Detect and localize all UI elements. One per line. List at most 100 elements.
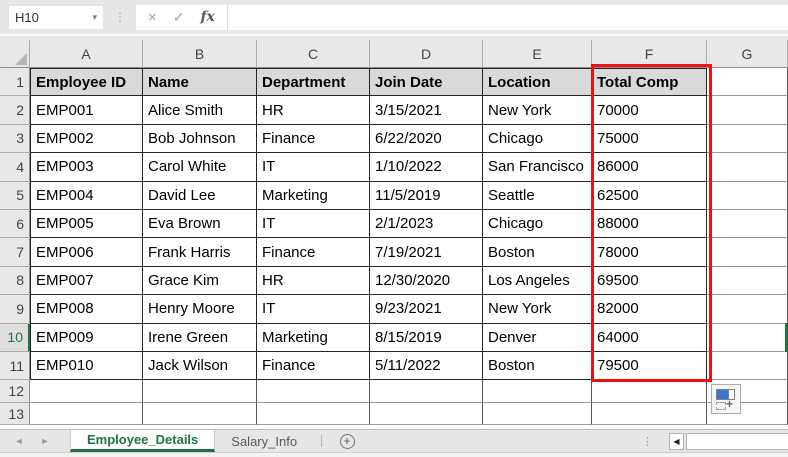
cell-D5[interactable]: 11/5/2019 <box>370 182 483 210</box>
cell-F6[interactable]: 88000 <box>592 210 707 238</box>
row-header-8[interactable]: 8 <box>0 267 30 295</box>
cell-A10[interactable]: EMP009 <box>30 324 143 352</box>
cell-E8[interactable]: Los Angeles <box>483 267 592 295</box>
cell-A6[interactable]: EMP005 <box>30 210 143 238</box>
cancel-icon[interactable]: × <box>148 9 157 26</box>
cell-B10[interactable]: Irene Green <box>143 324 257 352</box>
cell-A3[interactable]: EMP002 <box>30 125 143 153</box>
row-header-9[interactable]: 9 <box>0 295 30 323</box>
row-header-7[interactable]: 7 <box>0 238 30 266</box>
cell-G10[interactable] <box>707 324 788 352</box>
cell-E6[interactable]: Chicago <box>483 210 592 238</box>
tab-nav-left-icon[interactable]: ◄ <box>6 430 32 452</box>
column-header-D[interactable]: D <box>370 40 483 68</box>
insert-function-icon[interactable]: fx <box>201 9 215 25</box>
cell-G4[interactable] <box>707 153 788 181</box>
cell-B7[interactable]: Frank Harris <box>143 238 257 266</box>
cell-F12[interactable] <box>592 380 707 403</box>
cell-C2[interactable]: HR <box>257 96 370 124</box>
cell-F9[interactable]: 82000 <box>592 295 707 323</box>
cell-C9[interactable]: IT <box>257 295 370 323</box>
column-header-C[interactable]: C <box>257 40 370 68</box>
cell-G1[interactable] <box>707 68 788 96</box>
cell-A5[interactable]: EMP004 <box>30 182 143 210</box>
cell-G8[interactable] <box>707 267 788 295</box>
cell-A11[interactable]: EMP010 <box>30 352 143 380</box>
cell-B11[interactable]: Jack Wilson <box>143 352 257 380</box>
cell-E11[interactable]: Boston <box>483 352 592 380</box>
row-header-2[interactable]: 2 <box>0 96 30 124</box>
cell-F8[interactable]: 69500 <box>592 267 707 295</box>
cell-G5[interactable] <box>707 182 788 210</box>
horizontal-scrollbar-thumb[interactable] <box>686 433 788 450</box>
cell-F3[interactable]: 75000 <box>592 125 707 153</box>
cell-D3[interactable]: 6/22/2020 <box>370 125 483 153</box>
cell-D6[interactable]: 2/1/2023 <box>370 210 483 238</box>
cell-A7[interactable]: EMP006 <box>30 238 143 266</box>
cell-F1[interactable]: Total Comp <box>592 68 707 96</box>
cell-F5[interactable]: 62500 <box>592 182 707 210</box>
scroll-left-button[interactable]: ◀ <box>669 433 684 450</box>
cell-B2[interactable]: Alice Smith <box>143 96 257 124</box>
cell-D7[interactable]: 7/19/2021 <box>370 238 483 266</box>
cell-F10[interactable]: 64000 <box>592 324 707 352</box>
cell-C3[interactable]: Finance <box>257 125 370 153</box>
cell-E13[interactable] <box>483 403 592 426</box>
column-header-E[interactable]: E <box>483 40 592 68</box>
cell-E5[interactable]: Seattle <box>483 182 592 210</box>
cell-C7[interactable]: Finance <box>257 238 370 266</box>
cell-C12[interactable] <box>257 380 370 403</box>
cell-E9[interactable]: New York <box>483 295 592 323</box>
formula-bar-input[interactable] <box>228 5 788 30</box>
cell-B4[interactable]: Carol White <box>143 153 257 181</box>
cell-G7[interactable] <box>707 238 788 266</box>
cell-D1[interactable]: Join Date <box>370 68 483 96</box>
cell-D8[interactable]: 12/30/2020 <box>370 267 483 295</box>
cell-E7[interactable]: Boston <box>483 238 592 266</box>
cell-A1[interactable]: Employee ID <box>30 68 143 96</box>
cell-C4[interactable]: IT <box>257 153 370 181</box>
cell-B8[interactable]: Grace Kim <box>143 267 257 295</box>
cell-E1[interactable]: Location <box>483 68 592 96</box>
cell-C5[interactable]: Marketing <box>257 182 370 210</box>
cell-D9[interactable]: 9/23/2021 <box>370 295 483 323</box>
sheet-tab-employee-details[interactable]: Employee_Details <box>70 430 215 452</box>
chevron-down-icon[interactable]: ▾ <box>92 12 97 23</box>
row-header-5[interactable]: 5 <box>0 182 30 210</box>
cell-G2[interactable] <box>707 96 788 124</box>
cell-B12[interactable] <box>143 380 257 403</box>
add-sheet-button[interactable]: + <box>330 430 364 452</box>
cell-A12[interactable] <box>30 380 143 403</box>
cell-B5[interactable]: David Lee <box>143 182 257 210</box>
enter-icon[interactable]: ✓ <box>173 9 185 26</box>
column-header-A[interactable]: A <box>30 40 143 68</box>
cell-D13[interactable] <box>370 403 483 426</box>
cell-F7[interactable]: 78000 <box>592 238 707 266</box>
cell-B1[interactable]: Name <box>143 68 257 96</box>
row-header-13[interactable]: 13 <box>0 403 30 426</box>
cell-A9[interactable]: EMP008 <box>30 295 143 323</box>
row-header-3[interactable]: 3 <box>0 125 30 153</box>
cell-A8[interactable]: EMP007 <box>30 267 143 295</box>
cell-C6[interactable]: IT <box>257 210 370 238</box>
row-header-11[interactable]: 11 <box>0 352 30 380</box>
cell-B6[interactable]: Eva Brown <box>143 210 257 238</box>
row-header-1[interactable]: 1 <box>0 68 30 96</box>
select-all-button[interactable] <box>0 40 30 68</box>
row-header-6[interactable]: 6 <box>0 210 30 238</box>
cell-D10[interactable]: 8/15/2019 <box>370 324 483 352</box>
sheet-tab-salary-info[interactable]: Salary_Info <box>215 430 313 452</box>
cell-A13[interactable] <box>30 403 143 426</box>
row-header-10[interactable]: 10 <box>0 324 30 352</box>
cell-G6[interactable] <box>707 210 788 238</box>
auto-fill-options-button[interactable]: + <box>711 384 741 414</box>
cell-D11[interactable]: 5/11/2022 <box>370 352 483 380</box>
cell-D4[interactable]: 1/10/2022 <box>370 153 483 181</box>
cell-G3[interactable] <box>707 125 788 153</box>
cell-E2[interactable]: New York <box>483 96 592 124</box>
cell-C8[interactable]: HR <box>257 267 370 295</box>
cell-F2[interactable]: 70000 <box>592 96 707 124</box>
cell-C13[interactable] <box>257 403 370 426</box>
cell-B9[interactable]: Henry Moore <box>143 295 257 323</box>
row-header-4[interactable]: 4 <box>0 153 30 181</box>
